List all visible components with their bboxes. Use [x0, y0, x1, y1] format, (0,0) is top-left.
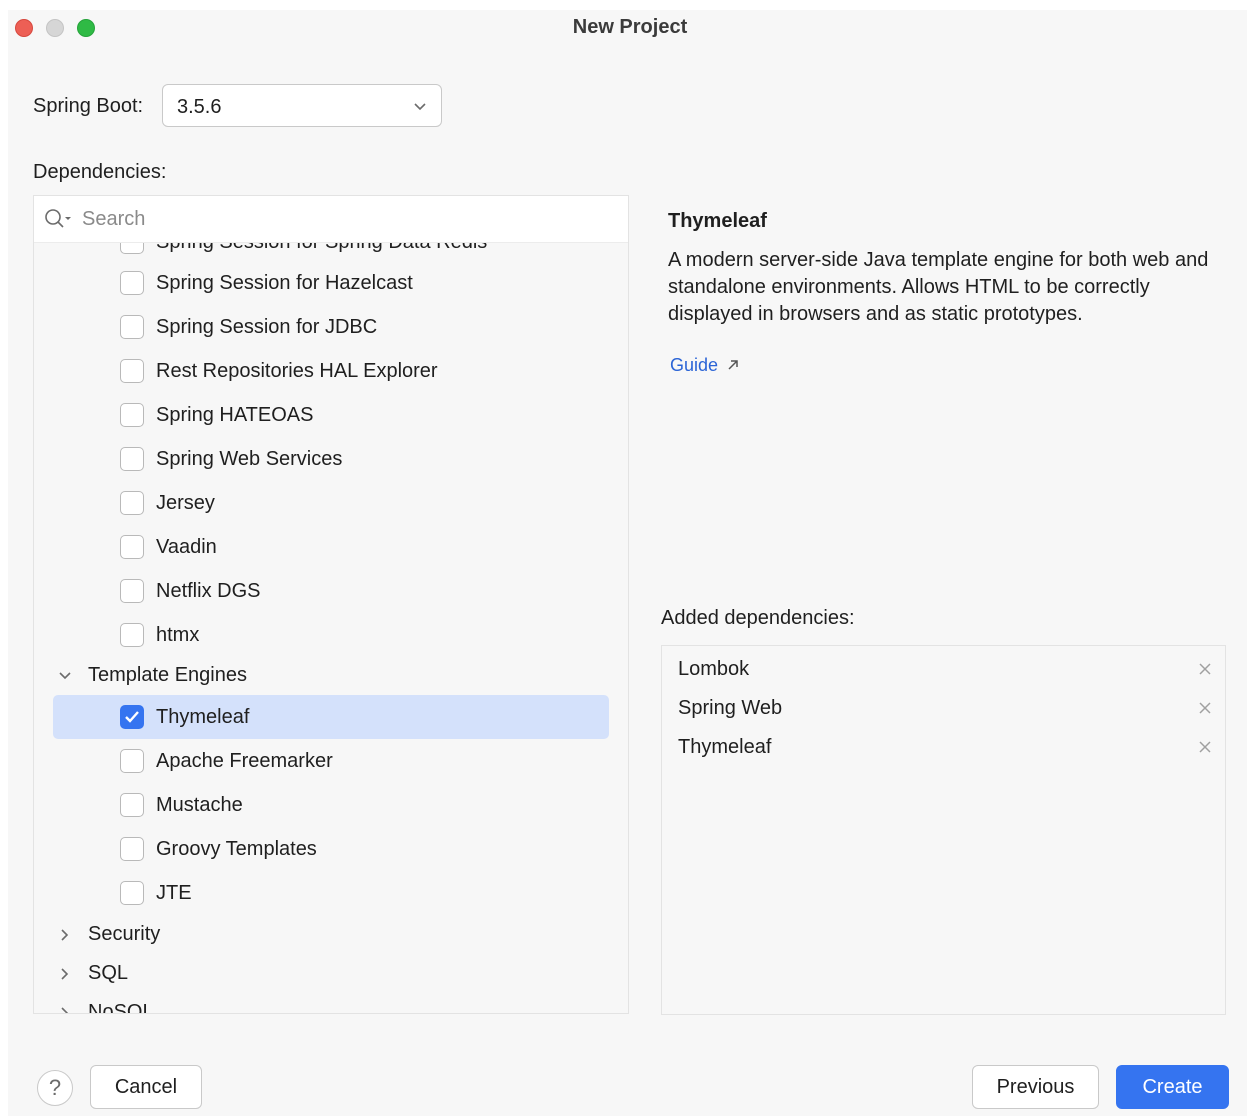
dependency-item[interactable]: Vaadin	[34, 525, 628, 569]
new-project-window: New Project Spring Boot: 3.5.6 Dependenc…	[8, 10, 1247, 1116]
added-dependency-name: Thymeleaf	[678, 736, 772, 758]
added-dependencies-list: Lombok Spring Web Thymeleaf	[661, 645, 1226, 1015]
dependency-checkbox[interactable]	[120, 535, 144, 559]
dependency-label: Netflix DGS	[156, 580, 261, 602]
added-dependency-name: Spring Web	[678, 697, 783, 719]
category-nosql[interactable]: NoSQL	[34, 991, 628, 1014]
search-icon	[45, 209, 71, 228]
dependency-item[interactable]: Groovy Templates	[34, 827, 628, 871]
dependency-checkbox[interactable]	[120, 579, 144, 603]
dependency-item[interactable]: JTE	[34, 871, 628, 915]
chevron-right-icon[interactable]	[58, 928, 72, 942]
chevron-down-icon	[414, 103, 426, 111]
category-security[interactable]: Security	[34, 913, 628, 957]
dependencies-tree: Spring Session for Spring Data Redis Spr…	[33, 195, 629, 1014]
dependency-label: Vaadin	[156, 536, 217, 558]
category-sql[interactable]: SQL	[34, 952, 628, 996]
window-title: New Project	[572, 16, 688, 38]
dependency-search-input[interactable]	[82, 204, 612, 234]
dependency-label: Spring Web Services	[156, 448, 343, 470]
dependency-checkbox[interactable]	[120, 623, 144, 647]
dependency-checkbox[interactable]	[120, 315, 144, 339]
spring-boot-label: Spring Boot:	[33, 95, 144, 117]
dependency-label: Groovy Templates	[156, 838, 317, 860]
chevron-down-icon[interactable]	[58, 669, 72, 683]
dependency-checkbox[interactable]	[120, 837, 144, 861]
dependency-label: Spring Session for JDBC	[156, 316, 378, 338]
dependency-item[interactable]: Spring Web Services	[34, 437, 628, 481]
cancel-button[interactable]: Cancel	[90, 1065, 202, 1109]
added-dependency-item: Thymeleaf	[662, 727, 1225, 766]
dependency-item[interactable]: Apache Freemarker	[34, 739, 628, 783]
category-label: SQL	[88, 962, 129, 984]
dependency-item[interactable]: htmx	[34, 613, 628, 657]
dependency-search-bar	[34, 196, 628, 243]
dependency-detail-title: Thymeleaf	[668, 210, 767, 232]
dependency-label: Thymeleaf	[156, 706, 250, 728]
chevron-right-icon[interactable]	[58, 1006, 72, 1014]
dependency-label: Jersey	[156, 492, 215, 514]
dependency-item[interactable]: Rest Repositories HAL Explorer	[34, 349, 628, 393]
previous-button[interactable]: Previous	[972, 1065, 1099, 1109]
dependency-checkbox[interactable]	[120, 359, 144, 383]
help-button[interactable]: ?	[37, 1070, 73, 1106]
dependency-label: JTE	[156, 882, 192, 904]
dependency-item[interactable]: Mustache	[34, 783, 628, 827]
category-label: NoSQL	[88, 1001, 154, 1014]
dependency-checkbox[interactable]	[120, 793, 144, 817]
dependency-label: Apache Freemarker	[156, 750, 333, 772]
dependency-checkbox[interactable]	[120, 403, 144, 427]
create-button[interactable]: Create	[1116, 1065, 1229, 1109]
remove-icon[interactable]	[1198, 662, 1212, 676]
dependency-detail-description: A modern server-side Java template engin…	[668, 249, 1209, 325]
category-label: Template Engines	[88, 664, 247, 686]
spring-boot-version-select[interactable]: 3.5.6	[162, 84, 442, 127]
dependency-checkbox[interactable]	[120, 491, 144, 515]
added-dependency-item: Spring Web	[662, 688, 1225, 727]
chevron-right-icon[interactable]	[58, 967, 72, 981]
dependency-label: htmx	[156, 624, 200, 646]
dependency-checkbox[interactable]	[120, 881, 144, 905]
added-dependency-name: Lombok	[678, 658, 750, 680]
dependency-checkbox[interactable]	[120, 271, 144, 295]
dependency-label: Mustache	[156, 794, 243, 816]
added-dependencies-label: Added dependencies:	[661, 607, 855, 629]
dependency-item[interactable]: Spring Session for Hazelcast	[34, 261, 628, 305]
dependency-checkbox[interactable]	[120, 447, 144, 471]
dependency-label: Rest Repositories HAL Explorer	[156, 360, 438, 382]
dependency-item[interactable]: Jersey	[34, 481, 628, 525]
dependency-item-selected[interactable]: Thymeleaf	[53, 695, 609, 739]
dependency-checkbox-checked[interactable]	[120, 705, 144, 729]
added-dependency-item: Lombok	[662, 649, 1225, 688]
external-link-icon	[728, 360, 738, 370]
dependency-label: Spring HATEOAS	[156, 404, 314, 426]
spring-boot-version-value: 3.5.6	[177, 96, 222, 118]
dependency-item[interactable]: Spring HATEOAS	[34, 393, 628, 437]
dependency-checkbox[interactable]	[120, 749, 144, 773]
category-label: Security	[88, 923, 161, 945]
remove-icon[interactable]	[1198, 740, 1212, 754]
dependency-item[interactable]: Spring Session for JDBC	[34, 305, 628, 349]
dependency-item[interactable]: Netflix DGS	[34, 569, 628, 613]
dependencies-label: Dependencies:	[33, 161, 167, 183]
guide-link[interactable]: Guide	[670, 354, 718, 376]
remove-icon[interactable]	[1198, 701, 1212, 715]
dependency-label: Spring Session for Hazelcast	[156, 272, 413, 294]
category-template-engines[interactable]: Template Engines	[34, 654, 628, 698]
checkmark-icon	[125, 711, 139, 723]
